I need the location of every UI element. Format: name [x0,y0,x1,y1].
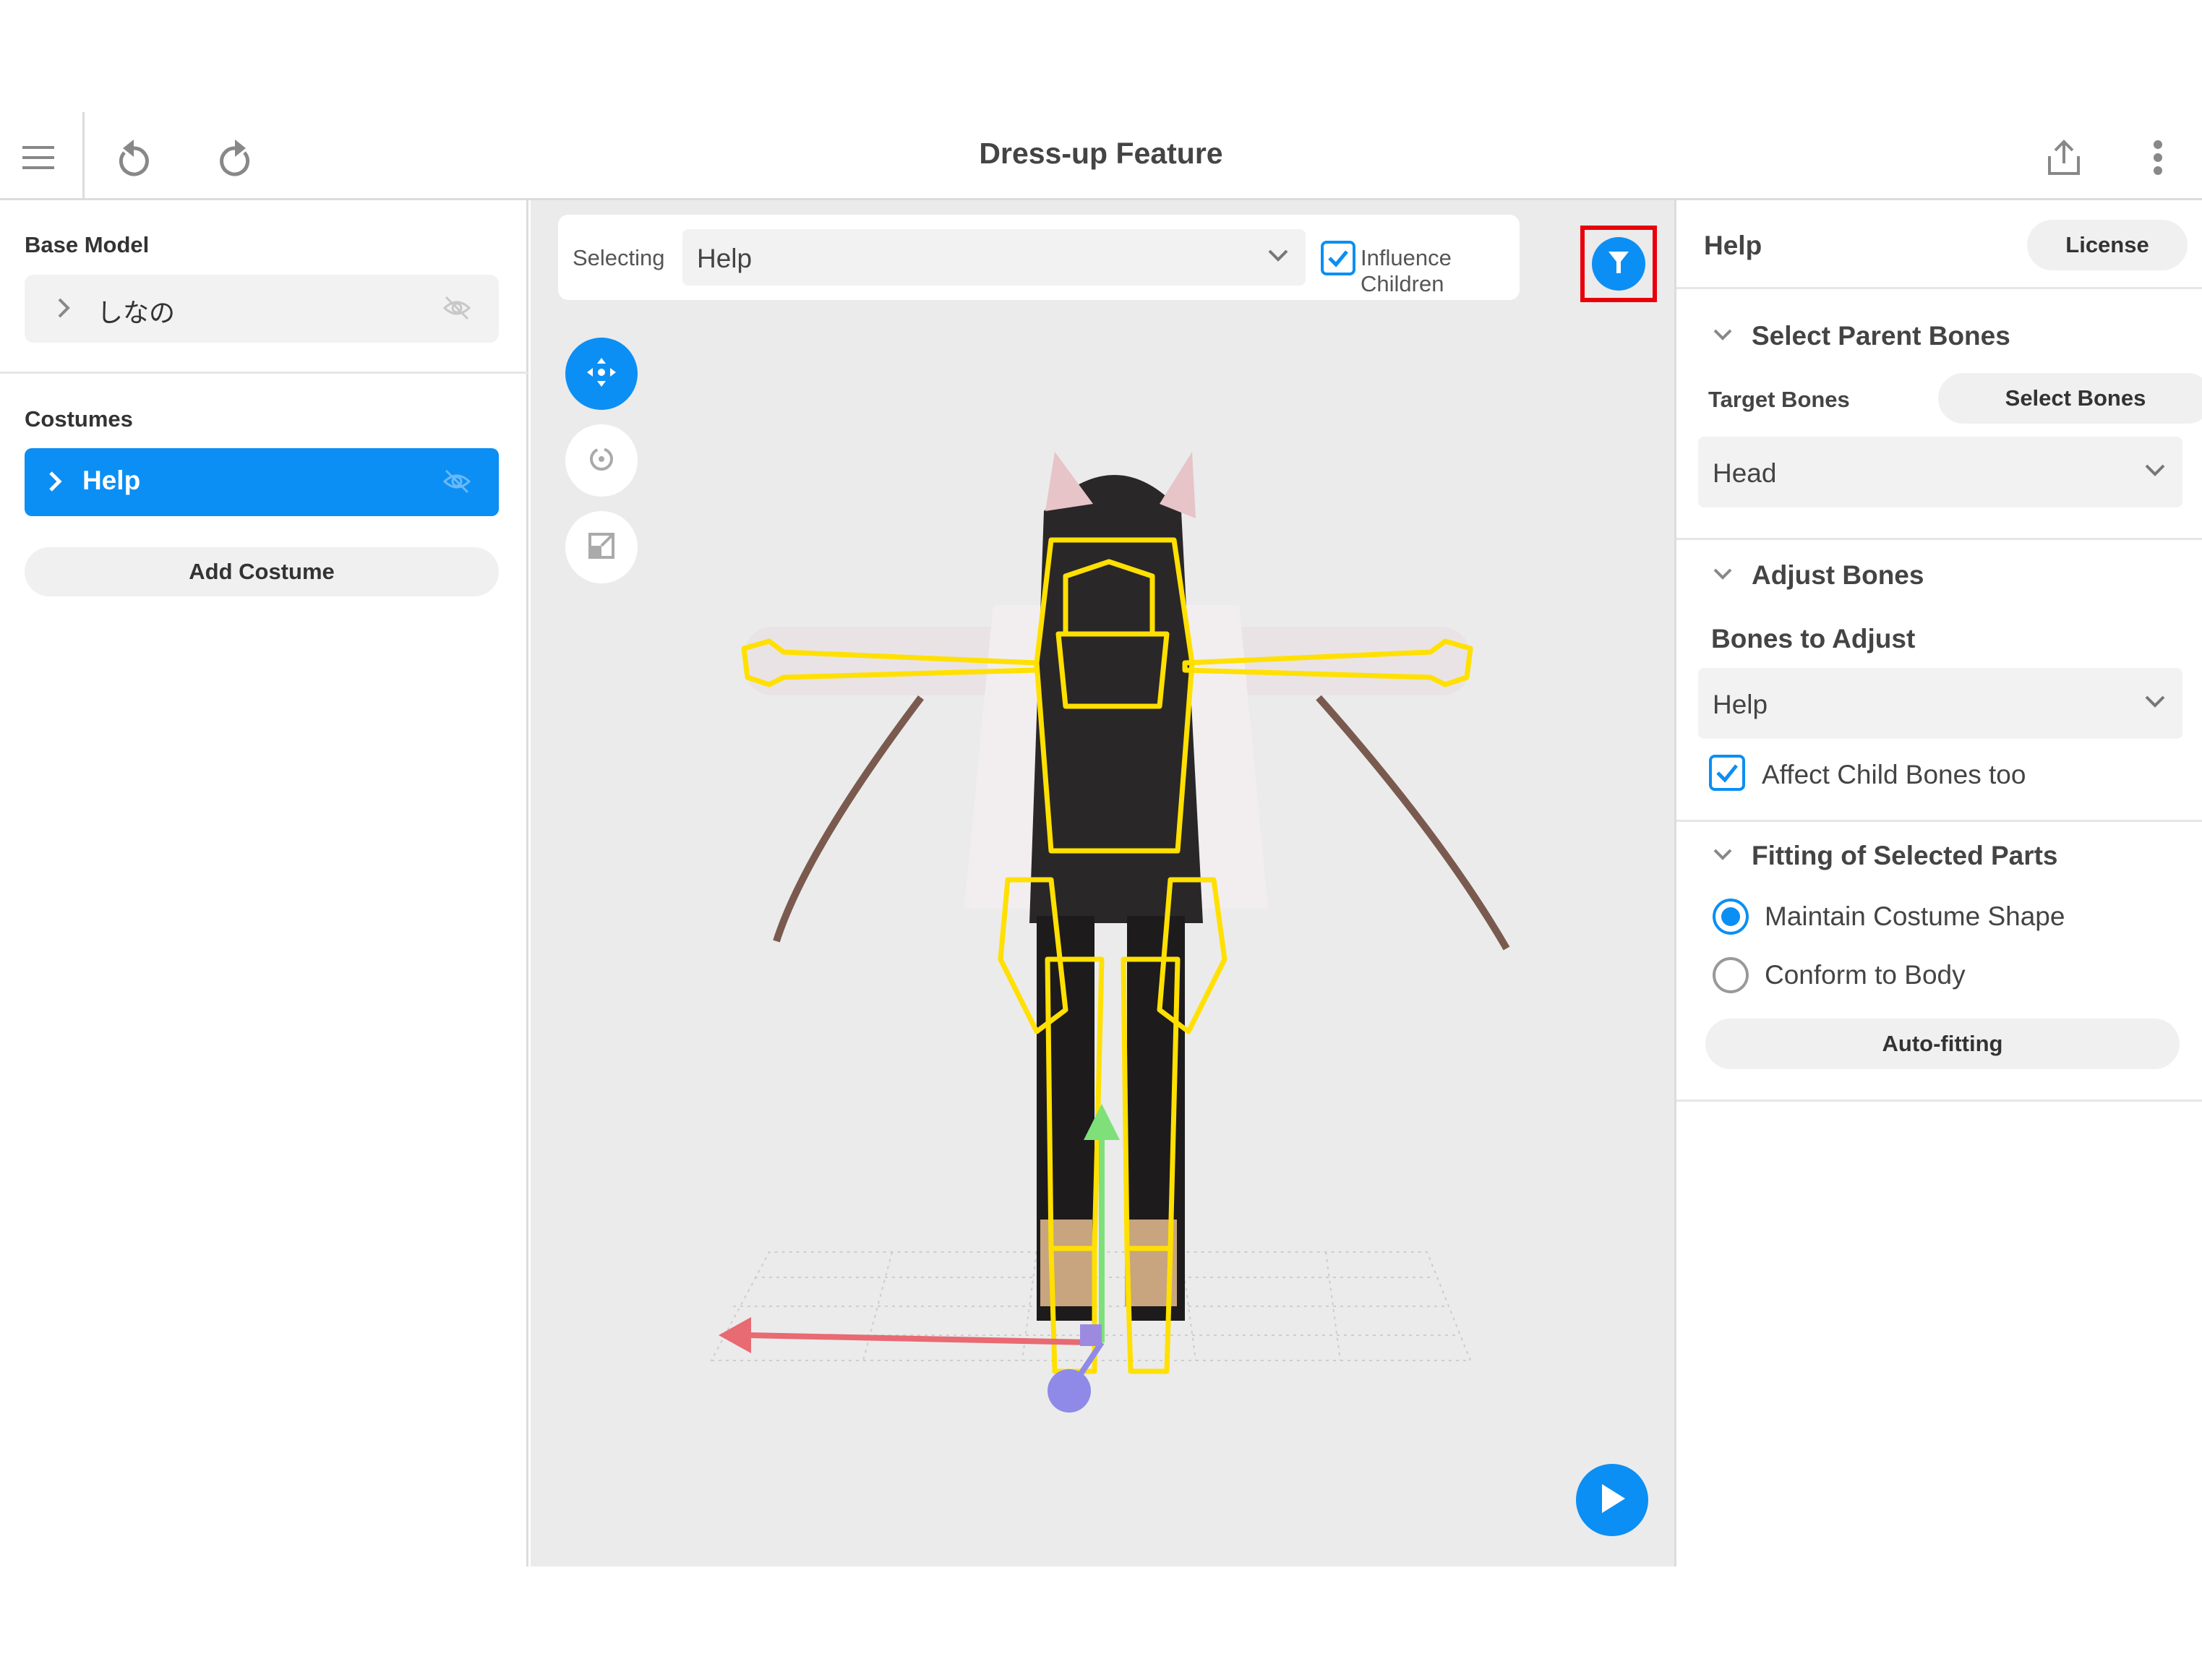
left-divider [0,372,528,374]
right-panel: Help License Select Parent Bones Target … [1674,200,2202,1567]
costume-name: Help [82,466,141,495]
move-tool-button[interactable] [565,338,638,410]
move-icon [586,356,617,392]
bones-to-adjust-value: Help [1713,690,1768,719]
chevron-down-icon [1267,248,1290,266]
bones-to-adjust-label: Bones to Adjust [1711,624,1916,653]
target-bones-label: Target Bones [1708,387,1850,412]
influence-children-checkbox[interactable] [1320,240,1356,280]
base-model-label: Base Model [25,232,150,257]
panel-divider [1676,538,2202,540]
adjust-bones-header[interactable]: Adjust Bones [1713,560,1924,591]
chevron-down-icon [2143,463,2167,481]
panel-divider [1676,820,2202,822]
selecting-label: Selecting [573,245,665,270]
radio-selected[interactable] [1713,899,1749,935]
costume-item-help[interactable]: Help [25,448,499,516]
base-model-name: しなの [97,299,176,328]
target-bones-value: Head [1713,458,1777,488]
conform-to-body-option[interactable]: Conform to Body [1713,957,1966,993]
play-icon [1596,1481,1628,1520]
more-vertical-icon[interactable] [2133,132,2183,183]
section-heading: Select Parent Bones [1752,321,2010,351]
affect-child-checkbox[interactable] [1708,754,1746,795]
costumes-label: Costumes [25,406,133,432]
maintain-costume-shape-option[interactable]: Maintain Costume Shape [1713,899,2065,935]
affect-child-bones-option[interactable]: Affect Child Bones too [1708,754,2026,795]
play-button[interactable] [1576,1464,1648,1536]
option-label: Maintain Costume Shape [1765,901,2065,931]
selecting-value: Help [697,244,753,273]
panel-title: Help [1704,231,1762,260]
model-scene[interactable] [531,200,1674,1567]
license-button[interactable]: License [2027,220,2188,270]
rotate-tool-button[interactable] [565,424,638,497]
filter-button[interactable] [1592,237,1645,291]
panel-divider [1676,287,2202,289]
chevron-down-icon [1713,567,1733,584]
influence-children-label: Influence Children [1361,245,1452,296]
left-panel: Base Model しなの Costumes Help Add Costume [0,200,528,1567]
selecting-bar: Selecting Help Influence Children [558,215,1520,300]
share-icon[interactable] [2039,132,2089,183]
chevron-down-icon [1713,848,1733,865]
section-heading: Fitting of Selected Parts [1752,841,2058,870]
eye-off-icon[interactable] [442,467,471,500]
affect-child-label: Affect Child Bones too [1762,759,2026,789]
scale-icon [587,531,616,564]
filter-highlight [1580,226,1657,302]
panel-divider [1676,1100,2202,1102]
rotate-icon [587,445,616,477]
selecting-dropdown[interactable]: Help [682,229,1306,286]
chevron-right-icon[interactable] [48,470,62,497]
page-title: Dress-up Feature [979,137,1223,170]
bones-to-adjust-dropdown[interactable]: Help [1698,668,2182,739]
3d-viewport[interactable]: Selecting Help Influence Children [531,200,1674,1567]
eye-off-icon[interactable] [442,293,471,326]
select-parent-bones-header[interactable]: Select Parent Bones [1713,321,2010,351]
target-bones-dropdown[interactable]: Head [1698,437,2182,507]
radio-unselected[interactable] [1713,957,1749,993]
chevron-down-icon [1713,328,1733,345]
section-heading: Adjust Bones [1752,560,1924,590]
chevron-right-icon[interactable] [56,296,71,323]
filter-icon [1607,250,1630,278]
select-bones-button[interactable]: Select Bones [1938,373,2202,424]
scale-tool-button[interactable] [565,511,638,583]
option-label: Conform to Body [1765,960,1966,990]
top-toolbar: Dress-up Feature [0,112,2202,200]
chevron-down-icon [2143,694,2167,712]
add-costume-button[interactable]: Add Costume [25,547,499,596]
base-model-row[interactable]: しなの [25,275,499,343]
auto-fitting-button[interactable]: Auto-fitting [1705,1019,2180,1069]
fitting-header[interactable]: Fitting of Selected Parts [1713,841,2058,871]
